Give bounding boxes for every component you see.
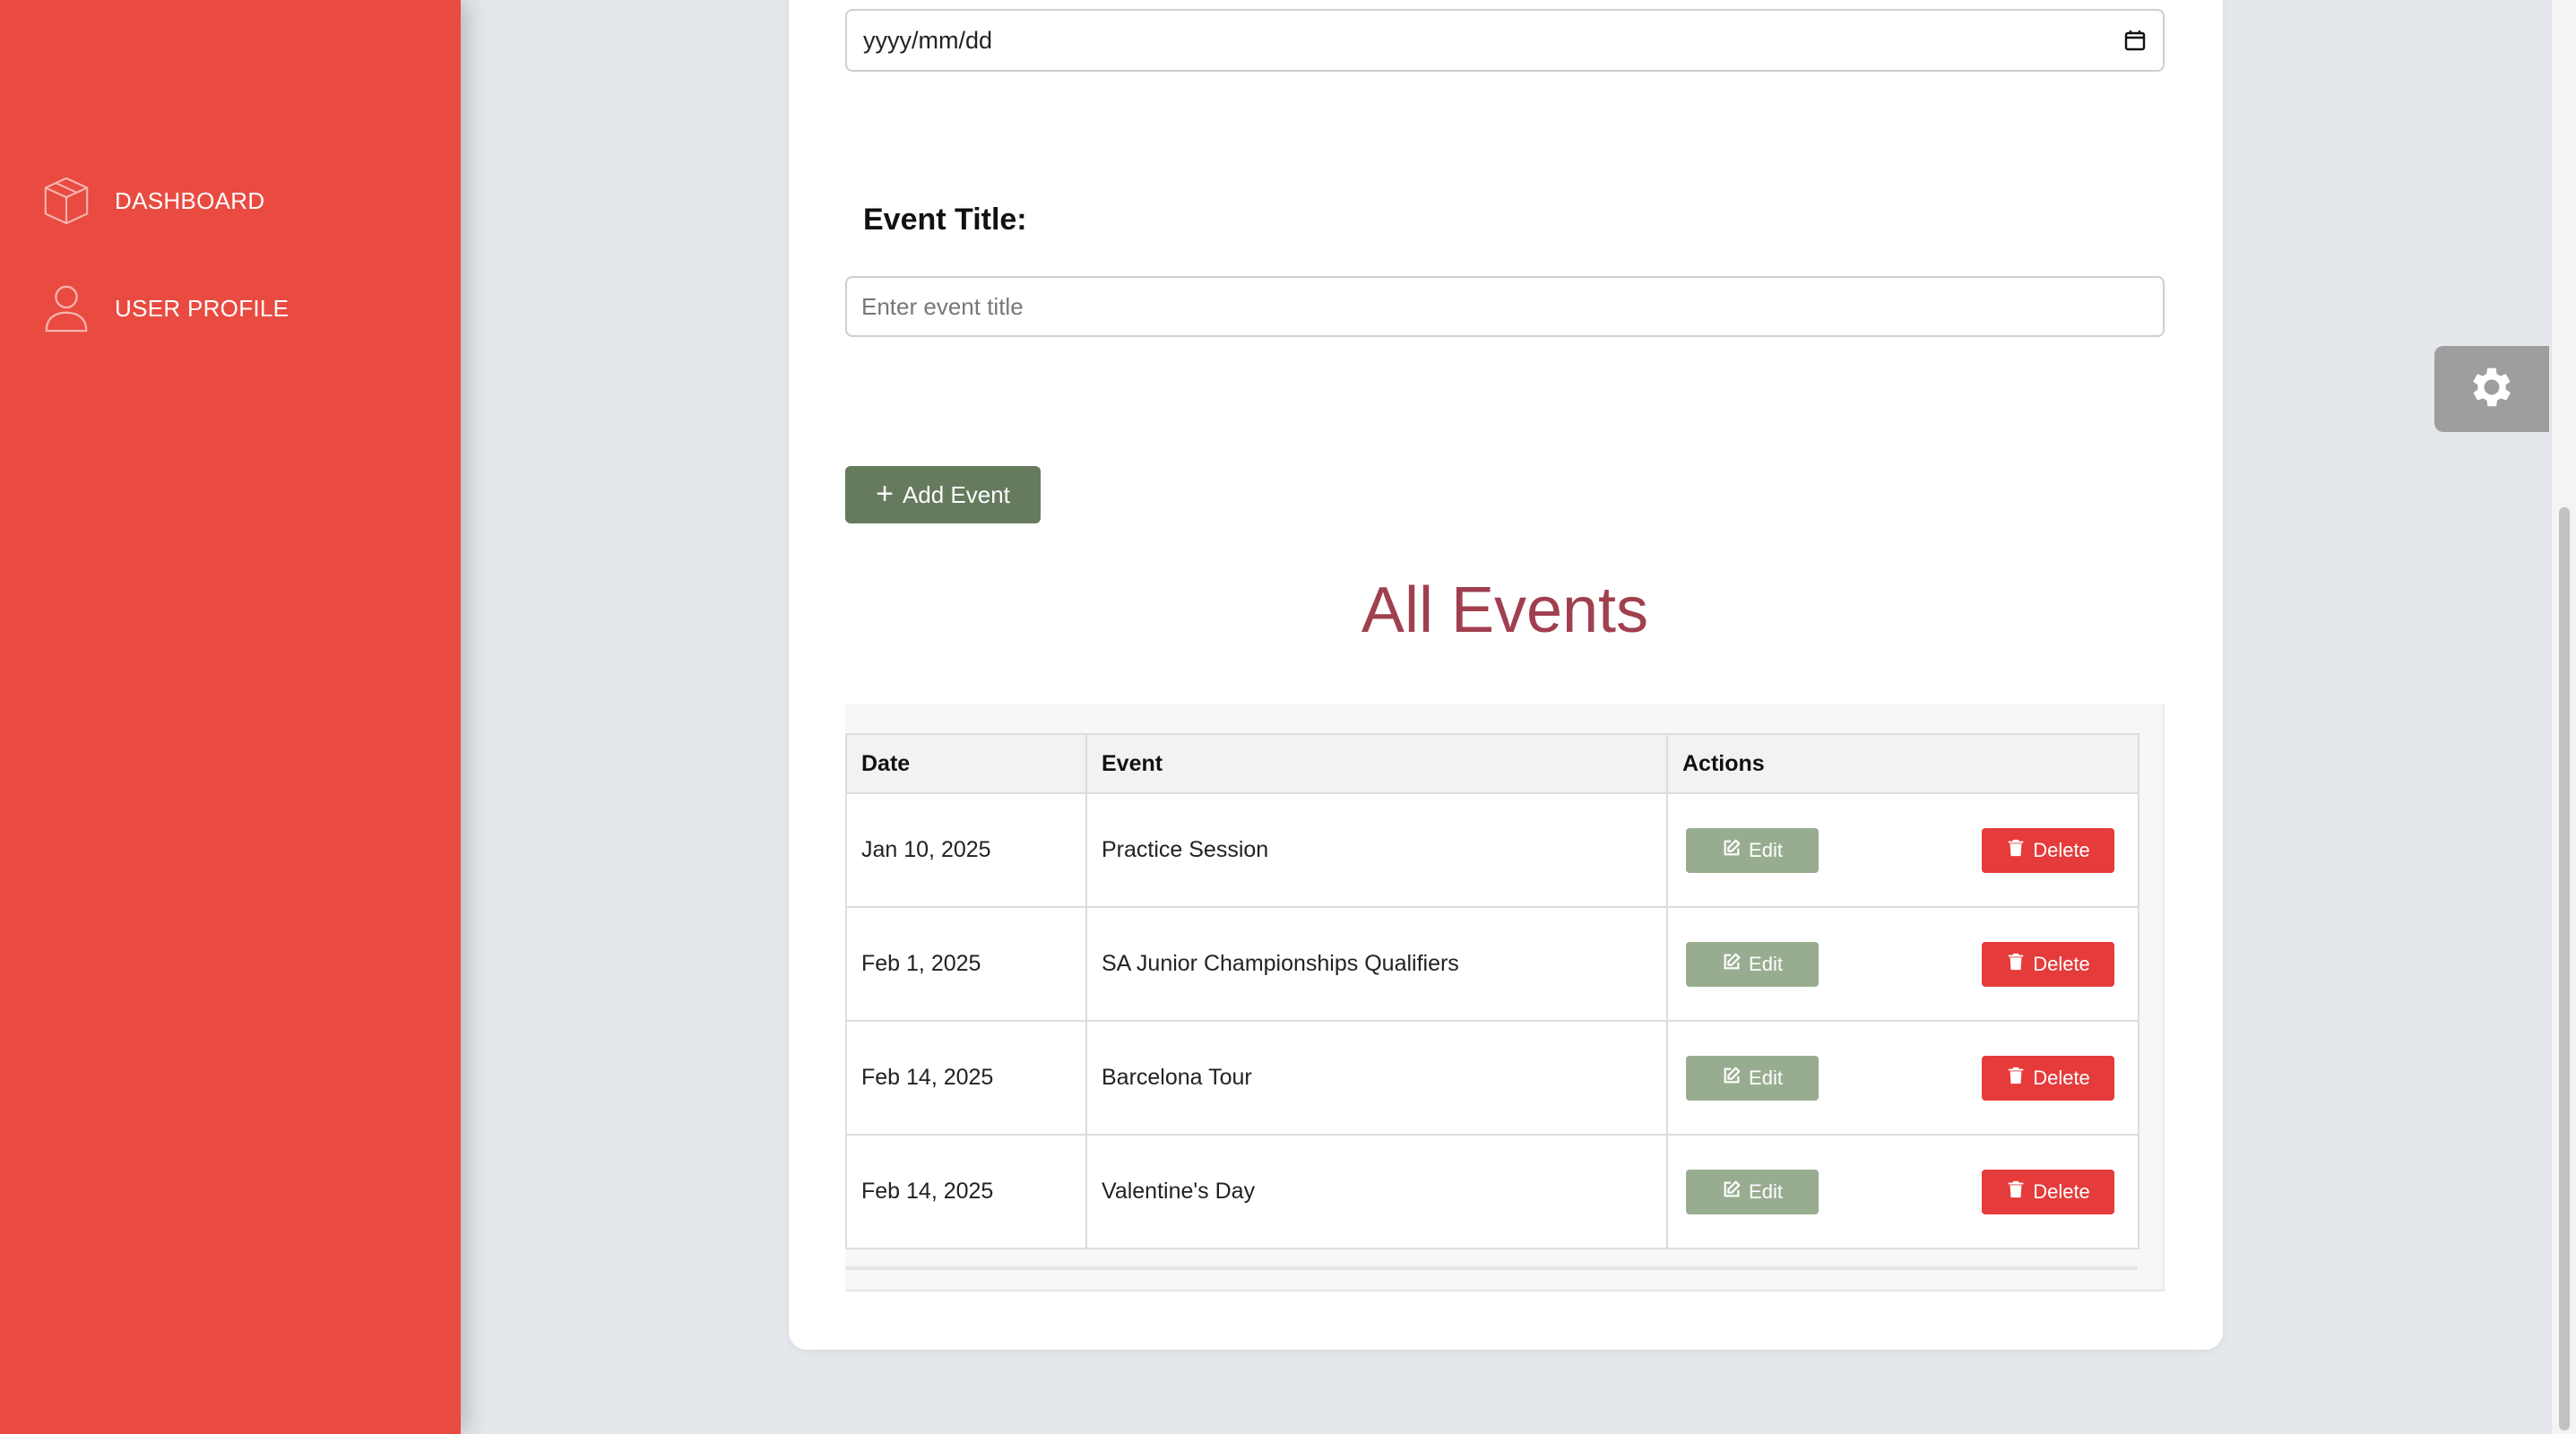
- delete-label: Delete: [2033, 839, 2090, 861]
- delete-event-button[interactable]: Delete: [1982, 1056, 2114, 1101]
- table-row: Jan 10, 2025 Practice Session Edit Delete: [845, 792, 2139, 908]
- sidebar-item-dashboard[interactable]: DASHBOARD: [39, 172, 264, 229]
- delete-event-button[interactable]: Delete: [1982, 1170, 2114, 1214]
- table-horizontal-scrollbar[interactable]: [845, 1266, 2138, 1270]
- table-header-row: Date Event Actions: [845, 733, 2139, 794]
- event-title-input[interactable]: [845, 276, 2165, 337]
- add-event-button[interactable]: + Add Event: [845, 466, 1041, 523]
- event-name-cell: Barcelona Tour: [1085, 1020, 1668, 1136]
- trash-icon: [2006, 1179, 2026, 1205]
- calendar-icon[interactable]: [2123, 29, 2147, 52]
- table-row: Feb 14, 2025 Valentine's Day Edit Delete: [845, 1134, 2139, 1249]
- trash-icon: [2006, 952, 2026, 977]
- event-actions-cell: Edit Delete: [1666, 906, 2139, 1022]
- event-title-label: Event Title:: [863, 203, 1027, 237]
- edit-icon: [1722, 1066, 1742, 1091]
- delete-label: Delete: [2033, 1067, 2090, 1089]
- event-name-cell: Valentine's Day: [1085, 1134, 1668, 1249]
- delete-event-button[interactable]: Delete: [1982, 942, 2114, 987]
- gear-icon: [2466, 361, 2518, 418]
- edit-event-button[interactable]: Edit: [1686, 942, 1819, 987]
- column-header-event: Event: [1085, 733, 1668, 794]
- edit-label: Edit: [1749, 1067, 1783, 1089]
- event-name-cell: Practice Session: [1085, 792, 1668, 908]
- edit-icon: [1722, 1179, 1742, 1205]
- column-header-actions: Actions: [1666, 733, 2139, 794]
- trash-icon: [2006, 1066, 2026, 1091]
- page-scrollbar-thumb[interactable]: [2559, 507, 2570, 1430]
- event-actions-cell: Edit Delete: [1666, 1020, 2139, 1136]
- table-row: Feb 1, 2025 SA Junior Championships Quali…: [845, 906, 2139, 1022]
- trash-icon: [2006, 838, 2026, 863]
- events-table-container[interactable]: Date Event Actions Jan 10, 2025 Practice …: [845, 704, 2165, 1291]
- events-table: Date Event Actions Jan 10, 2025 Practice …: [845, 733, 2139, 1249]
- event-date-cell: Feb 1, 2025: [845, 906, 1087, 1022]
- edit-event-button[interactable]: Edit: [1686, 1170, 1819, 1214]
- sidebar-item-label: USER PROFILE: [115, 294, 290, 322]
- add-event-label: Add Event: [902, 480, 1010, 508]
- date-placeholder: yyyy/mm/dd: [863, 26, 993, 54]
- delete-label: Delete: [2033, 1180, 2090, 1203]
- page-scrollbar[interactable]: [2551, 0, 2576, 1434]
- event-date-input[interactable]: yyyy/mm/dd: [845, 9, 2165, 72]
- plus-icon: +: [876, 476, 894, 511]
- edit-icon: [1722, 952, 1742, 977]
- event-actions-cell: Edit Delete: [1666, 1134, 2139, 1249]
- edit-label: Edit: [1749, 839, 1783, 861]
- event-actions-cell: Edit Delete: [1666, 792, 2139, 908]
- all-events-heading: All Events: [1361, 574, 1649, 646]
- event-date-cell: Feb 14, 2025: [845, 1134, 1087, 1249]
- sidebar-item-label: DASHBOARD: [115, 186, 265, 214]
- delete-event-button[interactable]: Delete: [1982, 828, 2114, 873]
- edit-label: Edit: [1749, 953, 1783, 975]
- delete-label: Delete: [2033, 953, 2090, 975]
- edit-event-button[interactable]: Edit: [1686, 828, 1819, 873]
- column-header-date: Date: [845, 733, 1087, 794]
- user-icon: [39, 281, 93, 335]
- edit-event-button[interactable]: Edit: [1686, 1056, 1819, 1101]
- settings-toggle-button[interactable]: [2434, 346, 2549, 432]
- event-date-cell: Feb 14, 2025: [845, 1020, 1087, 1136]
- edit-icon: [1722, 838, 1742, 863]
- sidebar: DASHBOARD USER PROFILE: [0, 0, 461, 1434]
- event-date-cell: Jan 10, 2025: [845, 792, 1087, 908]
- sidebar-item-user-profile[interactable]: USER PROFILE: [39, 280, 289, 337]
- edit-label: Edit: [1749, 1180, 1783, 1203]
- cube-icon: [39, 174, 93, 228]
- table-row: Feb 14, 2025 Barcelona Tour Edit Delete: [845, 1020, 2139, 1136]
- event-name-cell: SA Junior Championships Qualifiers: [1085, 906, 1668, 1022]
